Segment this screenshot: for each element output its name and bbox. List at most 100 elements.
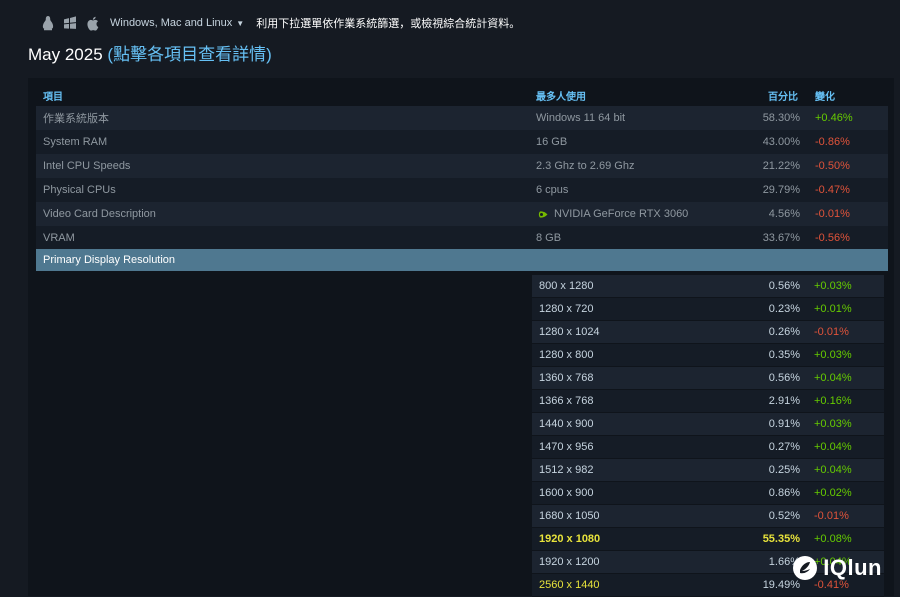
resolution-row[interactable]: 1280 x 720 0.23% +0.01% (532, 298, 884, 321)
resolution-pct: 2.91% (768, 395, 800, 407)
page-title: May 2025 (點擊各項目查看詳情) (28, 40, 272, 65)
resolution-value: 1280 x 1024 (539, 326, 600, 338)
apple-icon[interactable] (84, 15, 100, 31)
resolution-value: 1366 x 768 (539, 395, 594, 407)
resolution-value: 1920 x 1200 (539, 556, 600, 568)
row-item: System RAM (43, 136, 108, 148)
header-change: 變化 (815, 91, 835, 103)
row-change: -0.50% (815, 160, 850, 172)
resolution-value: 1512 x 982 (539, 464, 594, 476)
resolution-value: 2560 x 1440 (539, 579, 600, 591)
row-value: NVIDIA GeForce RTX 3060 (554, 208, 689, 220)
resolution-change: +0.16% (814, 395, 852, 407)
linux-icon[interactable] (40, 15, 56, 31)
section-label: Primary Display Resolution (43, 254, 176, 266)
table-row[interactable]: 作業系統版本 Windows 11 64 bit 58.30% +0.46% (36, 106, 888, 130)
row-change: +0.46% (815, 112, 853, 124)
resolution-pct: 0.25% (768, 464, 800, 476)
page-title-hint-link[interactable]: (點擊各項目查看詳情) (107, 45, 271, 64)
row-item: VRAM (43, 232, 75, 244)
resolution-row[interactable]: 800 x 1280 0.56% +0.03% (532, 275, 884, 298)
row-item: Physical CPUs (43, 184, 116, 196)
row-pct: 33.67% (762, 232, 800, 244)
row-pct: 4.56% (768, 208, 800, 220)
resolution-value: 1680 x 1050 (539, 510, 600, 522)
resolution-change: +0.04% (814, 464, 852, 476)
resolution-change: -0.01% (814, 510, 849, 522)
row-value: 6 cpus (536, 184, 569, 196)
row-value: 16 GB (536, 136, 568, 148)
resolution-row[interactable]: 1280 x 800 0.35% +0.03% (532, 344, 884, 367)
resolution-change: +0.01% (814, 303, 852, 315)
resolution-row[interactable]: 1440 x 900 0.91% +0.03% (532, 413, 884, 436)
row-pct: 43.00% (762, 136, 800, 148)
row-change: -0.01% (815, 208, 850, 220)
resolution-value: 1280 x 800 (539, 349, 594, 361)
resolution-change: +0.03% (814, 418, 852, 430)
resolution-pct: 0.23% (768, 303, 800, 315)
resolution-row[interactable]: 1366 x 768 2.91% +0.16% (532, 390, 884, 413)
row-value-with-icon: NVIDIA GeForce RTX 3060 (536, 208, 688, 220)
row-item: 作業系統版本 (43, 113, 109, 125)
row-change: -0.47% (815, 184, 850, 196)
resolution-change: +0.03% (814, 280, 852, 292)
platform-hint: 利用下拉選單依作業系統篩選，或檢視綜合統計資料。 (256, 18, 521, 30)
watermark-logo: IQlun (792, 555, 882, 581)
nvidia-icon (536, 210, 548, 219)
row-change: -0.56% (815, 232, 850, 244)
row-value: Windows 11 64 bit (536, 112, 626, 124)
resolution-pct: 0.27% (768, 441, 800, 453)
row-value: 2.3 Ghz to 2.69 Ghz (536, 160, 635, 172)
table-row[interactable]: Intel CPU Speeds 2.3 Ghz to 2.69 Ghz 21.… (36, 154, 888, 178)
section-primary-display-resolution[interactable]: Primary Display Resolution (36, 249, 888, 271)
page-title-date: May 2025 (28, 45, 103, 64)
resolution-value: 1280 x 720 (539, 303, 594, 315)
windows-icon[interactable] (62, 15, 78, 31)
table-row[interactable]: VRAM 8 GB 33.67% -0.56% (36, 226, 888, 250)
resolution-value: 1440 x 900 (539, 418, 594, 430)
header-pct: 百分比 (768, 91, 798, 103)
resolution-value: 800 x 1280 (539, 280, 594, 292)
resolution-row[interactable]: 1360 x 768 0.56% +0.04% (532, 367, 884, 390)
resolution-row[interactable]: 1600 x 900 0.86% +0.02% (532, 482, 884, 505)
hardware-survey-table: 項目 最多人使用 百分比 變化 作業系統版本 Windows 11 64 bit… (28, 78, 894, 597)
resolution-pct: 0.26% (768, 326, 800, 338)
row-pct: 29.79% (762, 184, 800, 196)
platform-dropdown[interactable]: Windows, Mac and Linux ▼ (110, 17, 244, 29)
resolution-row[interactable]: 1470 x 956 0.27% +0.04% (532, 436, 884, 459)
resolution-pct: 0.35% (768, 349, 800, 361)
resolution-row[interactable]: 1680 x 1050 0.52% -0.01% (532, 505, 884, 528)
row-item: Intel CPU Speeds (43, 160, 131, 172)
platform-dropdown-label: Windows, Mac and Linux (110, 17, 233, 29)
header-most: 最多人使用 (536, 91, 586, 103)
resolution-change: +0.04% (814, 372, 852, 384)
resolution-pct: 0.56% (768, 372, 800, 384)
watermark-text: IQlun (823, 555, 882, 580)
resolution-pct: 0.56% (768, 280, 800, 292)
resolution-pct: 0.91% (768, 418, 800, 430)
header-item: 項目 (43, 91, 63, 103)
row-value: 8 GB (536, 232, 562, 244)
table-row[interactable]: Physical CPUs 6 cpus 29.79% -0.47% (36, 178, 888, 202)
resolution-value: 1920 x 1080 (539, 533, 601, 545)
resolution-pct: 0.52% (768, 510, 800, 522)
row-pct: 21.22% (762, 160, 800, 172)
resolution-row[interactable]: 1512 x 982 0.25% +0.04% (532, 459, 884, 482)
row-pct: 58.30% (762, 112, 800, 124)
resolution-row[interactable]: 1920 x 1080 55.35% +0.08% (532, 528, 884, 551)
watermark-logo-icon (793, 556, 818, 580)
resolution-row[interactable]: 1280 x 1024 0.26% -0.01% (532, 321, 884, 344)
chevron-down-icon: ▼ (236, 18, 245, 28)
resolution-change: +0.03% (814, 349, 852, 361)
row-change: -0.86% (815, 136, 850, 148)
table-row[interactable]: System RAM 16 GB 43.00% -0.86% (36, 130, 888, 154)
resolution-pct: 0.86% (768, 487, 800, 499)
resolution-change: +0.08% (814, 533, 852, 545)
resolution-change: +0.02% (814, 487, 852, 499)
table-header: 項目 最多人使用 百分比 變化 (36, 85, 886, 105)
resolution-pct: 55.35% (762, 533, 800, 545)
resolution-change: +0.04% (814, 441, 852, 453)
resolution-value: 1600 x 900 (539, 487, 594, 499)
resolution-value: 1470 x 956 (539, 441, 594, 453)
table-row[interactable]: Video Card Description NVIDIA GeForce RT… (36, 202, 888, 226)
